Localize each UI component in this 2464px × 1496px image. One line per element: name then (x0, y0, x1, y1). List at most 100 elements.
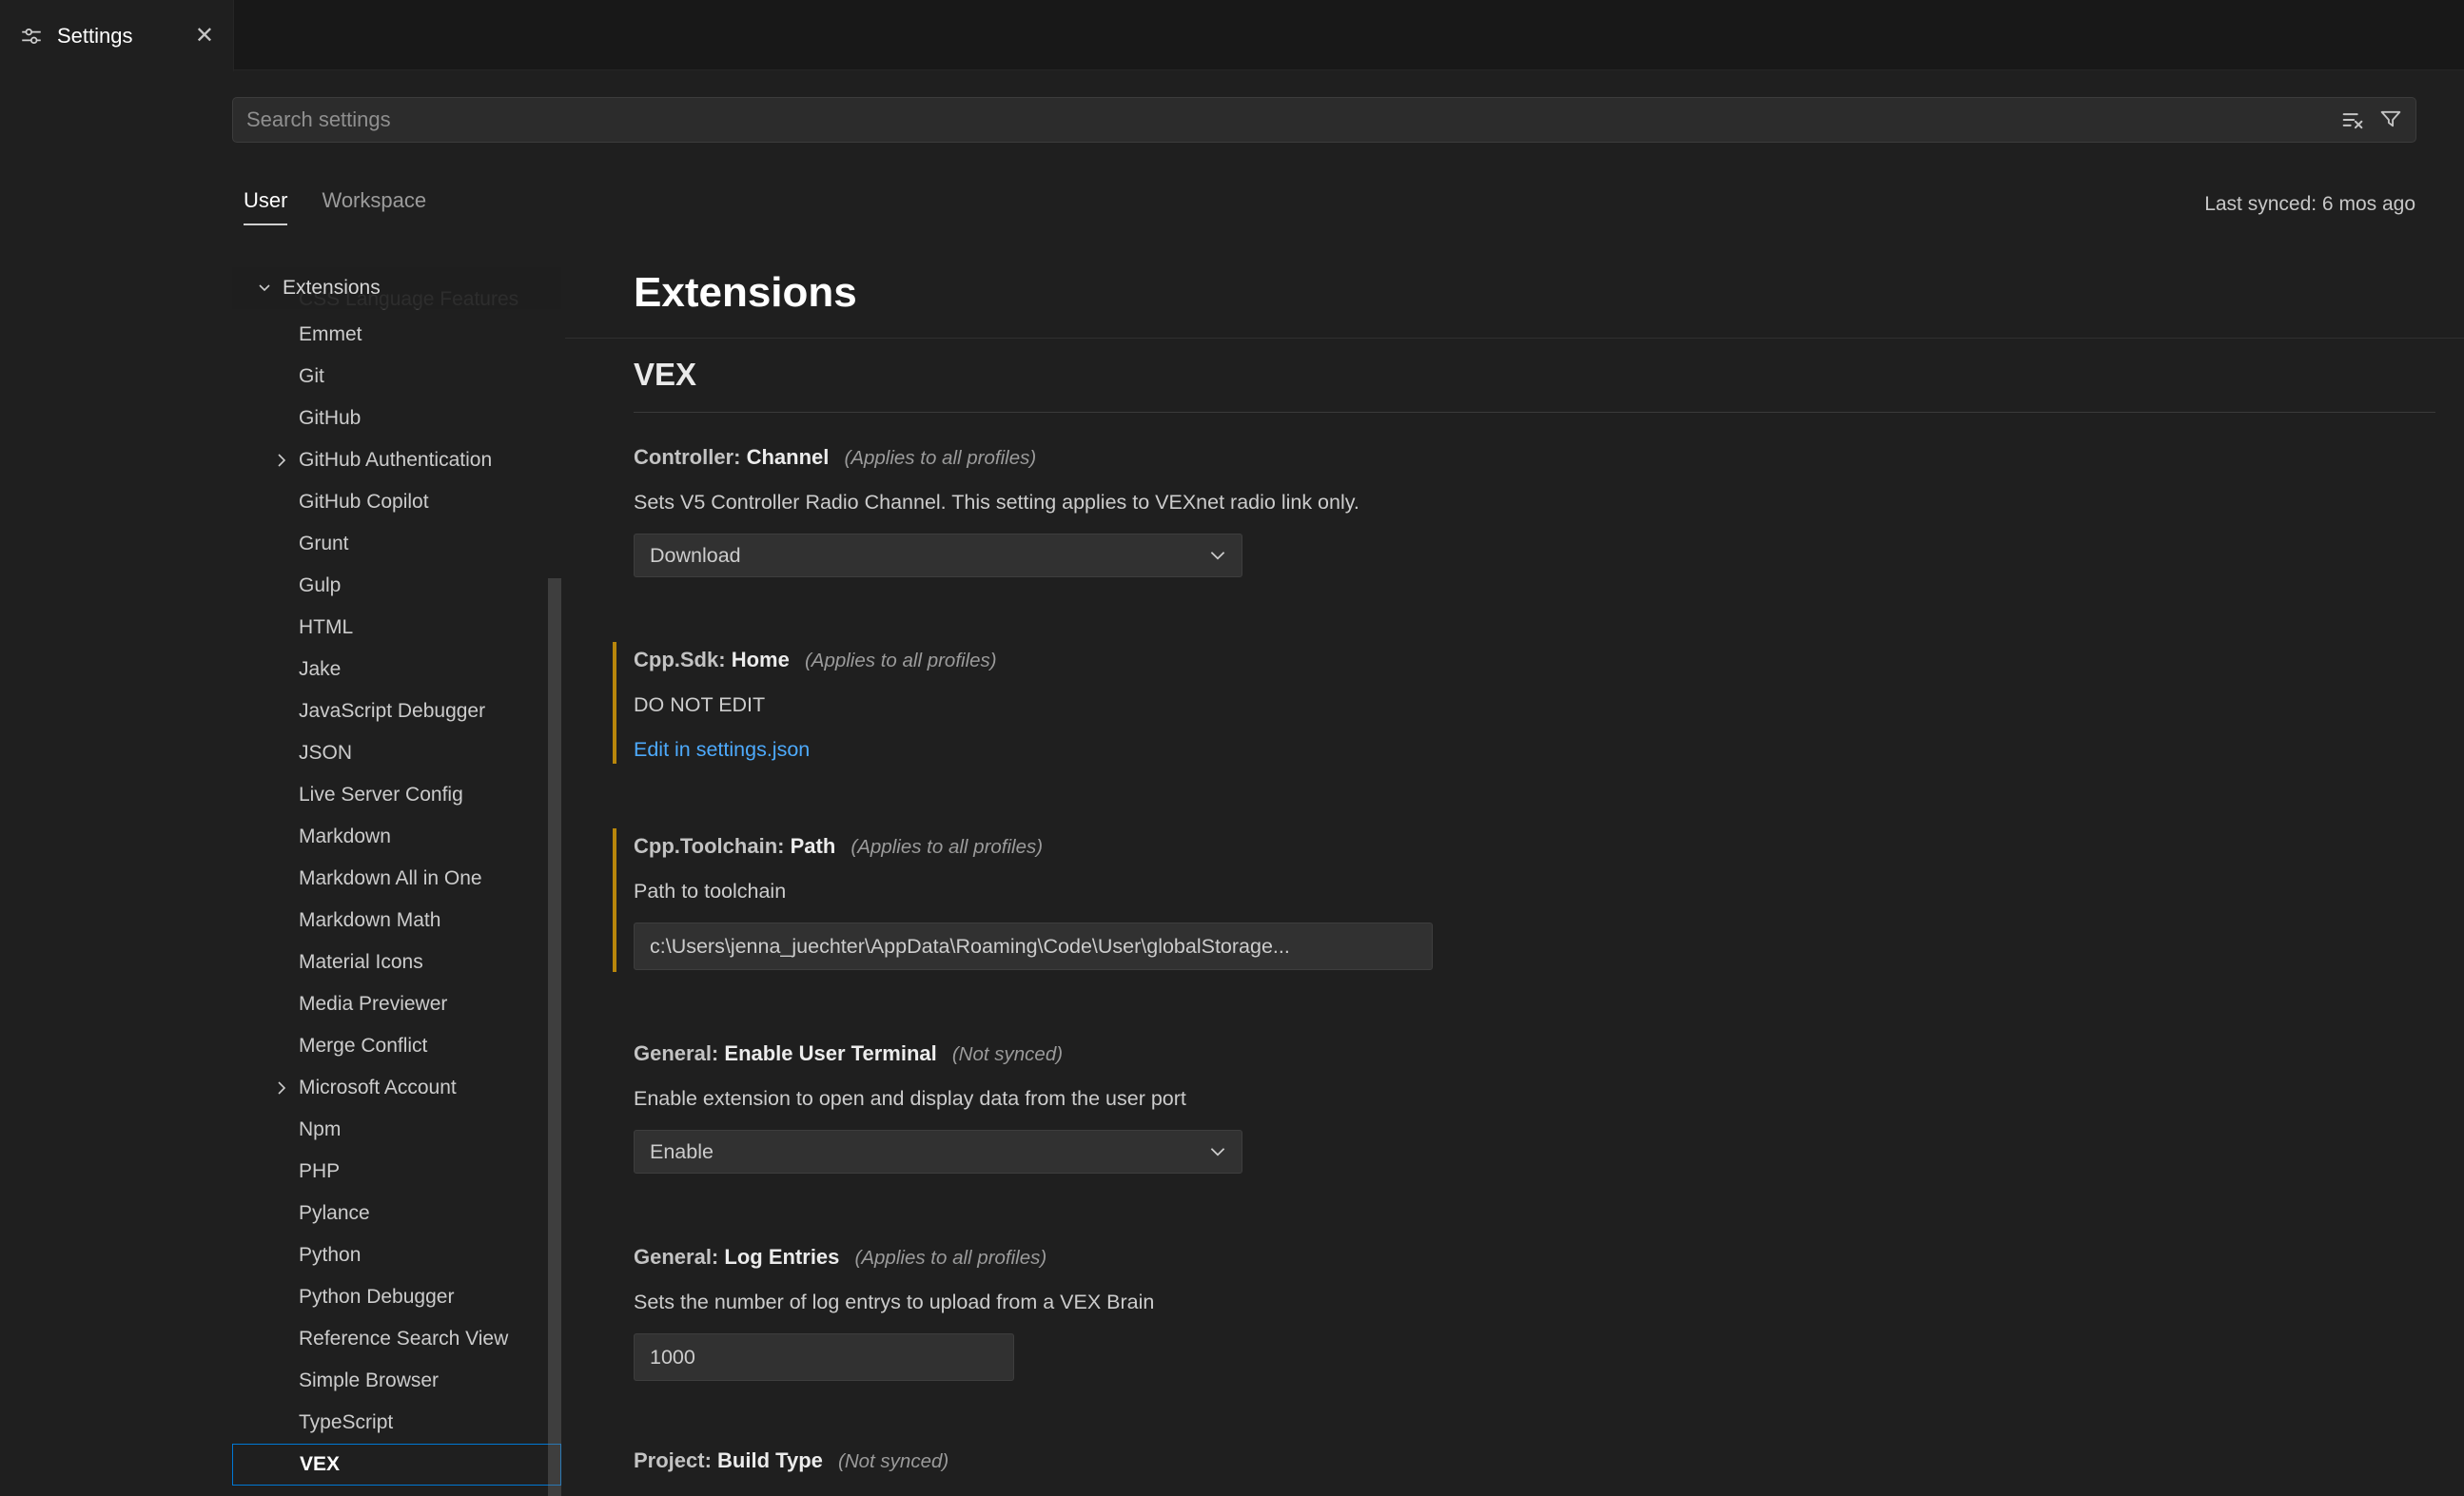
setting-title: Project: Build Type (Not synced) (634, 1447, 2435, 1476)
chevron-right-icon (272, 451, 291, 470)
setting-description: Sets the number of log entrys to upload … (634, 1288, 2435, 1316)
chevron-right-icon (272, 1078, 291, 1098)
setting-scope: (Applies to all profiles) (805, 650, 997, 671)
setting-controller-channel: Controller: Channel (Applies to all prof… (634, 443, 2435, 577)
settings-sliders-icon (19, 24, 44, 49)
setting-name: Home (732, 648, 790, 671)
tree-item-label: Microsoft Account (299, 1077, 457, 1099)
section-title-vex: VEX (634, 357, 696, 393)
page-title: Extensions (634, 269, 857, 317)
tab-title: Settings (57, 24, 182, 49)
tree-item-label: Emmet (299, 323, 362, 346)
settings-tab[interactable]: Settings ✕ (0, 0, 234, 71)
setting-name: Channel (747, 445, 830, 469)
enable-user-terminal-dropdown[interactable]: Enable (634, 1130, 1242, 1174)
tree-item-emmet[interactable]: Emmet (232, 314, 561, 356)
tree-item-label: VEX (300, 1453, 340, 1476)
chevron-down-icon (1207, 1141, 1228, 1162)
tree-item-label: JavaScript Debugger (299, 700, 485, 723)
close-icon[interactable]: ✕ (195, 25, 214, 48)
tree-item-markdown-math[interactable]: Markdown Math (232, 900, 561, 942)
tab-workspace[interactable]: Workspace (322, 188, 426, 225)
tree-item-markdown[interactable]: Markdown (232, 816, 561, 858)
tree-item-label: Npm (299, 1118, 341, 1141)
tree-item-live-server-config[interactable]: Live Server Config (232, 774, 561, 816)
tree-item-label: Grunt (299, 533, 349, 555)
tree-scrollbar[interactable] (548, 578, 561, 1496)
settings-body: Extensions VEX Controller: Channel (Appl… (634, 267, 2435, 1496)
toolchain-path-input[interactable] (634, 923, 1433, 970)
search-settings-bar[interactable] (232, 97, 2416, 143)
tree-item-label: Live Server Config (299, 784, 463, 806)
chevron-down-icon (255, 279, 274, 298)
tree-item-label: PHP (299, 1160, 340, 1183)
tree-item-html[interactable]: HTML (232, 607, 561, 649)
tree-item-reference-search-view[interactable]: Reference Search View (232, 1318, 561, 1360)
setting-description: DO NOT EDIT (634, 690, 2435, 719)
settings-scope-tabs: User Workspace (244, 188, 426, 225)
tree-item-label: Simple Browser (299, 1370, 439, 1392)
setting-cpp-toolchain-path: Cpp.Toolchain: Path (Applies to all prof… (634, 832, 2435, 970)
modified-indicator (613, 642, 616, 764)
tree-item-typescript[interactable]: TypeScript (232, 1402, 561, 1444)
tree-item-label: Markdown (299, 826, 391, 848)
tree-item-label: Markdown Math (299, 909, 440, 932)
dropdown-value: Enable (650, 1140, 714, 1164)
tree-item-vex[interactable]: VEX (232, 1444, 561, 1486)
tree-item-media-previewer[interactable]: Media Previewer (232, 983, 561, 1025)
setting-cpp-sdk-home: Cpp.Sdk: Home (Applies to all profiles) … (634, 646, 2435, 762)
tree-item-label: TypeScript (299, 1411, 393, 1434)
tree-item-label: HTML (299, 616, 353, 639)
tree-item-material-icons[interactable]: Material Icons (232, 942, 561, 983)
tab-bar (0, 0, 2464, 70)
tree-item-python[interactable]: Python (232, 1234, 561, 1276)
setting-scope: (Applies to all profiles) (845, 447, 1037, 469)
controller-channel-dropdown[interactable]: Download (634, 534, 1242, 577)
log-entries-input[interactable] (634, 1333, 1014, 1381)
tree-item-github[interactable]: GitHub (232, 398, 561, 439)
tree-item-php[interactable]: PHP (232, 1151, 561, 1193)
tree-item-json[interactable]: JSON (232, 732, 561, 774)
tree-item-label: Python (299, 1244, 361, 1267)
tree-group-extensions[interactable]: Extensions (232, 267, 561, 309)
search-input[interactable] (246, 107, 2339, 132)
setting-title: Cpp.Sdk: Home (Applies to all profiles) (634, 646, 2435, 675)
filter-icon[interactable] (2377, 107, 2404, 133)
setting-category: Controller: (634, 445, 740, 469)
setting-description: Enable extension to open and display dat… (634, 1084, 2435, 1113)
setting-name: Path (791, 834, 836, 858)
setting-scope: (Not synced) (838, 1450, 948, 1472)
tree-item-git[interactable]: Git (232, 356, 561, 398)
tree-item-microsoft-account[interactable]: Microsoft Account (232, 1067, 561, 1109)
tree-item-github-authentication[interactable]: GitHub Authentication (232, 439, 561, 481)
edit-in-settings-json-link[interactable]: Edit in settings.json (634, 738, 810, 762)
tree-group-label: Extensions (283, 277, 381, 300)
dropdown-value: Download (650, 544, 741, 568)
tree-item-gulp[interactable]: Gulp (232, 565, 561, 607)
setting-scope: (Applies to all profiles) (851, 836, 1043, 858)
settings-tree: Extensions CSS Language Features Emmet G… (232, 267, 561, 1496)
tree-item-label: Pylance (299, 1202, 370, 1225)
tree-item-python-debugger[interactable]: Python Debugger (232, 1276, 561, 1318)
setting-enable-user-terminal: General: Enable User Terminal (Not synce… (634, 1039, 2435, 1174)
tree-item-markdown-all-in-one[interactable]: Markdown All in One (232, 858, 561, 900)
tree-item-label: Reference Search View (299, 1328, 508, 1350)
setting-name: Log Entries (724, 1245, 839, 1269)
clear-search-filters-icon[interactable] (2339, 107, 2366, 133)
tree-item-github-copilot[interactable]: GitHub Copilot (232, 481, 561, 523)
tree-item-simple-browser[interactable]: Simple Browser (232, 1360, 561, 1402)
setting-name: Build Type (717, 1448, 823, 1472)
tree-item-grunt[interactable]: Grunt (232, 523, 561, 565)
tree-item-npm[interactable]: Npm (232, 1109, 561, 1151)
tree-item-merge-conflict[interactable]: Merge Conflict (232, 1025, 561, 1067)
tab-user[interactable]: User (244, 188, 287, 225)
tree-item-jake[interactable]: Jake (232, 649, 561, 690)
tree-item-javascript-debugger[interactable]: JavaScript Debugger (232, 690, 561, 732)
setting-project-build-type: Project: Build Type (Not synced) (634, 1447, 2435, 1491)
tree-item-label: Merge Conflict (299, 1035, 427, 1058)
setting-title: Cpp.Toolchain: Path (Applies to all prof… (634, 832, 2435, 862)
tree-item-label: Media Previewer (299, 993, 447, 1016)
tree-item-pylance[interactable]: Pylance (232, 1193, 561, 1234)
setting-category: General: (634, 1041, 718, 1065)
divider (634, 412, 2435, 413)
